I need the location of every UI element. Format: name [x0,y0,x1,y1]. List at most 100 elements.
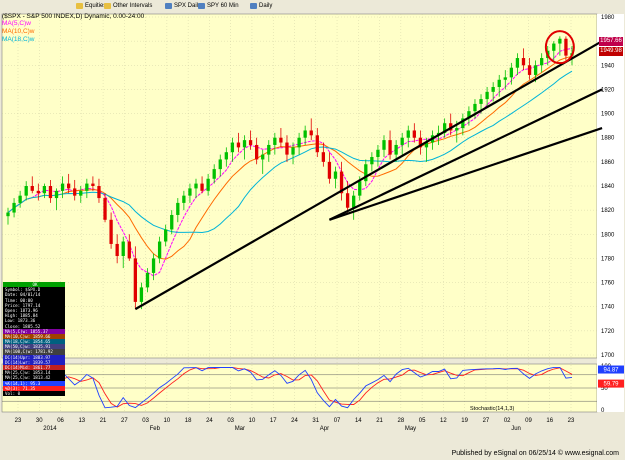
candle-body [491,87,495,92]
candle-body [327,161,332,179]
candle-body [400,137,404,145]
ma-label-0: MA(5,C)w [2,20,31,27]
candle-body [485,91,489,100]
candle-body [103,198,107,220]
x-tick-label: 27 [483,418,490,424]
y-tick-label: 1880 [601,136,615,142]
candle-body [176,202,180,215]
toolbar-item-3[interactable]: SPY 60 Min [198,0,239,12]
candle-body [533,65,538,75]
candle-body [60,183,65,191]
chart-icon [198,3,205,9]
x-tick-label: 18 [185,418,192,424]
candle-body [127,241,131,259]
ma-legend: MA(5,C)w MA(10,C)w MA(18,C)w [2,20,35,44]
month-label: Jun [511,426,521,432]
x-tick-label: 03 [227,418,234,424]
x-tick-label: 23 [15,418,22,424]
folder-icon [76,3,83,9]
candle-body [509,67,514,78]
candle-body [382,140,386,150]
toolbar-item-label: SPY 60 Min [207,3,239,9]
x-tick-label: 16 [546,418,553,424]
candle-body [79,190,83,196]
candle-body [370,157,374,165]
x-tick-label: 09 [525,418,532,424]
candle-body [394,144,398,155]
toolbar-item-label: Other Intervals [113,3,153,9]
candle-body [352,195,356,208]
y-tick-label: 1940 [601,63,615,69]
candle-body [66,183,71,189]
candle-body [30,186,34,191]
candle-body [297,137,301,148]
y-tick-label: 1740 [601,305,615,311]
candle-body [279,137,283,143]
candle-body [558,38,562,44]
toolbar-item-4[interactable]: Daily [250,0,272,12]
candle-body [194,183,198,189]
candle-body [206,178,210,191]
candle-body [151,258,156,273]
candle-body [376,149,380,158]
toolbar-item-0[interactable]: Equities [76,0,106,12]
toolbar-item-label: Daily [259,3,273,9]
x-tick-label: 24 [291,418,298,424]
x-tick-label: 03 [142,418,149,424]
candle-body [224,152,228,160]
candle-body [303,130,307,138]
y-tick-label: 1820 [601,208,615,214]
toolbar-item-1[interactable]: Other Intervals [104,0,152,12]
month-label: 2014 [43,426,57,432]
candle-body [164,229,168,242]
toolbar-item-2[interactable]: SPX Daily [165,0,201,12]
candle-body [212,169,216,179]
candle-body [48,186,53,199]
candle-body [73,188,77,196]
x-tick-label: 05 [419,418,426,424]
candle-body [230,142,235,153]
month-label: Apr [320,426,329,432]
candle-body [321,152,326,162]
candle-body [285,142,289,155]
candle-body [18,195,22,203]
x-tick-label: 14 [355,418,362,424]
candle-body [12,202,16,213]
x-tick-label: 31 [312,418,319,424]
toolbar-item-label: SPX Daily [174,3,202,9]
x-tick-label: 10 [249,418,256,424]
x-tick-label: 24 [206,418,213,424]
candle-body [333,171,338,179]
candle-body [273,137,277,145]
x-tick-label: 30 [36,418,43,424]
candle-body [479,99,483,104]
month-label: Mar [235,426,245,432]
candle-body [406,130,410,138]
chart-icon [165,3,172,9]
candle-body [552,43,556,51]
candle-body [157,241,162,259]
x-tick-label: 12 [440,418,447,424]
candle-body [133,258,138,302]
ma-label-1: MA(10,C)w [2,28,35,35]
y-tick-label: 1700 [601,353,615,359]
x-tick-label: 28 [398,418,405,424]
candle-body [267,144,271,155]
candle-body [236,142,241,148]
stoch-k-value: 94.87 [603,368,619,374]
data-window: OK Symbol: $SPX.D Date: 04/01/14 Time: 00:0… [3,282,65,397]
x-tick-label: 23 [568,418,575,424]
x-tick-label: 02 [504,418,511,424]
price-chart: 1700 1720 1740 1760 1780 1800 1820 1840 1860 1880… [0,12,625,448]
candle-body [564,38,568,56]
candle-body [309,130,313,136]
y-tick-label: 1900 [601,112,615,118]
candle-body [115,243,119,257]
ma-label-2: MA(18,C)w [2,36,35,43]
candle-body [358,181,362,196]
candle-body [540,58,544,66]
candle-body [145,272,150,288]
x-tick-label: 13 [78,418,85,424]
candle-body [6,212,10,217]
chart-icon [250,3,257,9]
